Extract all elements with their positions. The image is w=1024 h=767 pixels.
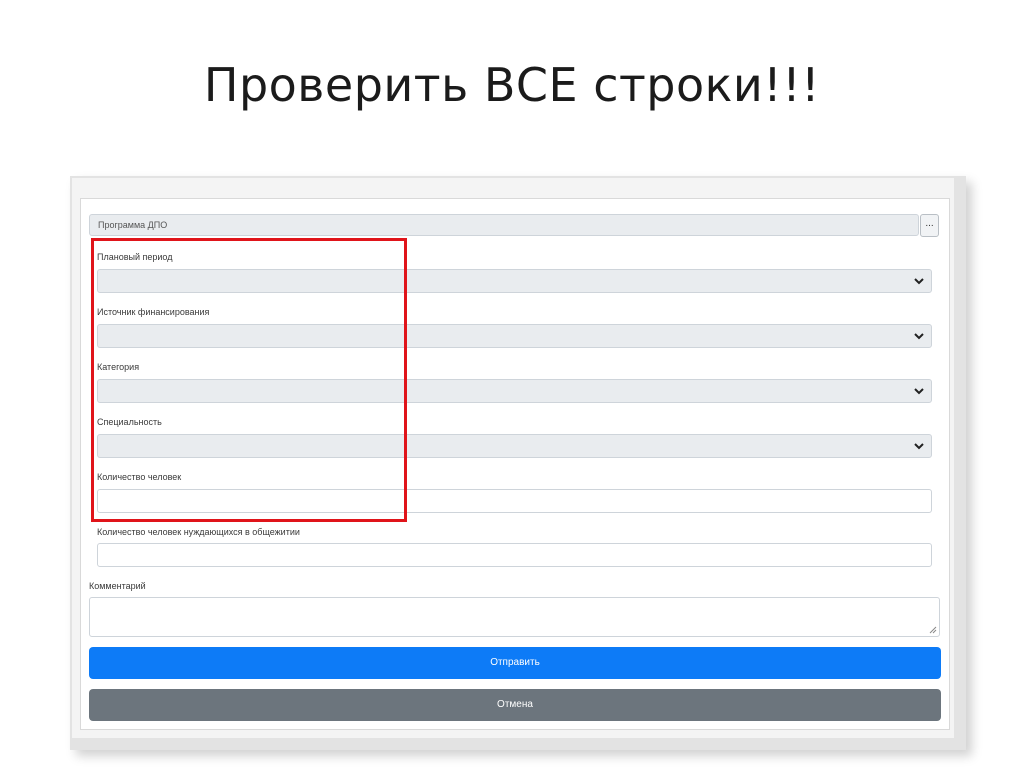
chevron-down-icon [914,388,924,395]
program-browse-button[interactable]: ... [920,214,939,237]
dorm-count-label: Количество человек нуждающихся в общежит… [97,527,300,537]
resize-grip-icon[interactable] [929,626,937,634]
cancel-button[interactable]: Отмена [89,689,941,721]
submit-button[interactable]: Отправить [89,647,941,679]
dorm-count-input[interactable] [97,543,932,567]
chevron-down-icon [914,443,924,450]
chevron-down-icon [914,278,924,285]
program-field[interactable]: Программа ДПО [89,214,919,236]
highlight-box [91,238,407,522]
comment-textarea[interactable] [89,597,940,637]
comment-label: Комментарий [89,581,146,591]
chevron-down-icon [914,333,924,340]
slide-title: Проверить ВСЕ строки!!! [203,58,821,112]
